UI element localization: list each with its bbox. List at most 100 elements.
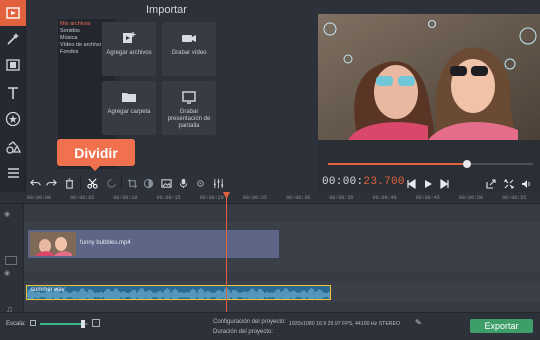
record-screen-button[interactable]: Grabar presentación de pantalla	[162, 81, 216, 135]
seek-bar[interactable]	[328, 160, 533, 168]
audio-clip[interactable]: summer.wav	[26, 285, 331, 300]
split-button[interactable]	[85, 176, 100, 190]
audio-waveform	[27, 288, 330, 299]
ruler-tick-label: 00:00:35	[329, 195, 354, 201]
next-button[interactable]	[438, 177, 452, 190]
volume-button[interactable]	[519, 177, 533, 190]
scissors-icon	[87, 178, 98, 189]
add-files-icon	[123, 32, 136, 43]
zoom-slider[interactable]	[40, 320, 88, 328]
split-tooltip: Dividir	[57, 139, 135, 166]
color-adjust-button[interactable]	[141, 176, 156, 190]
redo-icon	[46, 178, 57, 186]
text-t-icon	[8, 87, 18, 99]
ruler-tick-label: 00:00:05	[70, 195, 95, 201]
seek-progress	[328, 163, 468, 165]
timecode-display: 00:00:23.700	[322, 176, 405, 188]
record-audio-button[interactable]	[176, 176, 191, 190]
folder-icon	[122, 93, 136, 102]
export-frame-button[interactable]	[484, 177, 498, 190]
trash-icon	[65, 177, 74, 189]
clip-properties-button[interactable]	[193, 176, 208, 190]
stickers-tool-button[interactable]	[0, 106, 26, 132]
status-bar: Escala: Configuración del proyecto: 1920…	[0, 312, 540, 340]
zoom-out-icon[interactable]	[30, 320, 36, 326]
titles-tool-button[interactable]	[0, 80, 26, 106]
config-label: Configuración del proyecto:	[213, 319, 287, 325]
transitions-tool-button[interactable]	[0, 134, 26, 160]
image-icon	[161, 178, 172, 188]
category-backgrounds[interactable]: Fondos	[60, 49, 78, 55]
rotate-button[interactable]	[104, 176, 119, 190]
fullscreen-icon	[504, 178, 514, 189]
microphone-icon	[179, 178, 188, 188]
speaker-icon	[522, 179, 530, 188]
undo-button[interactable]	[28, 176, 43, 190]
track-headers: ◉ ◉ ♫	[0, 204, 24, 314]
eye-icon[interactable]: ◉	[4, 210, 10, 218]
zoom-slider-handle[interactable]	[81, 320, 86, 328]
playhead-line[interactable]	[226, 192, 227, 312]
category-stock-video[interactable]: Vídeo de archivo	[60, 42, 101, 48]
ruler-tick-label: 00:00:15	[156, 195, 181, 201]
import-tool-button[interactable]	[0, 0, 26, 26]
add-folder-label: Agregar carpeta	[107, 109, 151, 115]
timecode-seconds: 23.700	[363, 176, 405, 188]
category-my-files[interactable]: Mis archivos	[60, 21, 91, 27]
audio-clip-name: summer.wav	[31, 287, 65, 293]
video-editor-window: Importar Mis archivos Sonidos Música Víd…	[0, 0, 540, 340]
equalizer-button[interactable]	[211, 176, 226, 190]
tooltip-arrow	[90, 166, 100, 171]
gear-icon	[197, 179, 204, 187]
insert-image-button[interactable]	[159, 176, 174, 190]
timeline-ruler[interactable]: 00:00:00 00:00:05 00:00:10 00:00:15 00:00:20…	[0, 192, 540, 204]
ruler-tick-label: 00:00:10	[113, 195, 138, 201]
category-music[interactable]: Música	[60, 35, 77, 41]
ruler-tick-label: 00:00:20	[199, 195, 224, 201]
zoom-in-icon[interactable]	[92, 319, 100, 327]
magic-wand-icon	[7, 33, 19, 45]
play-button[interactable]	[421, 177, 435, 190]
ruler-tick-label: 00:00:30	[286, 195, 311, 201]
pencil-icon[interactable]: ✎	[415, 318, 422, 327]
delete-button[interactable]	[62, 176, 77, 190]
video-preview[interactable]	[318, 14, 540, 140]
record-video-label: Grabar vídeo	[171, 50, 207, 56]
filters-tool-button[interactable]	[0, 52, 26, 78]
ruler-tick-label: 00:00:45	[415, 195, 440, 201]
add-folder-button[interactable]: Agregar carpeta	[102, 81, 156, 135]
timecode-prefix: 00:00:	[322, 176, 364, 188]
fullscreen-button[interactable]	[502, 177, 516, 190]
crop-button[interactable]	[125, 176, 140, 190]
more-tools-button[interactable]	[0, 160, 26, 186]
effects-tool-button[interactable]	[0, 26, 26, 52]
ruler-tick-label: 00:00:25	[243, 195, 268, 201]
preview-frame-image	[318, 14, 540, 140]
ruler-tick-label: 00:00:00	[27, 195, 52, 201]
previous-button[interactable]	[404, 177, 418, 190]
rotate-icon	[107, 178, 116, 188]
camera-icon	[182, 35, 196, 42]
open-external-icon	[486, 178, 496, 189]
export-button[interactable]: Exportar	[470, 319, 533, 333]
list-icon	[8, 168, 19, 178]
redo-button[interactable]	[44, 176, 59, 190]
contrast-icon	[143, 178, 154, 188]
play-icon	[425, 179, 432, 188]
undo-icon	[30, 178, 41, 186]
timeline[interactable]: 00:00:00 00:00:05 00:00:10 00:00:15 00:00:20…	[0, 192, 540, 314]
left-toolbar	[0, 0, 26, 192]
seek-handle[interactable]	[463, 160, 472, 168]
record-video-button[interactable]: Grabar vídeo	[162, 22, 216, 76]
add-files-button[interactable]: Agregar archivos	[102, 22, 156, 76]
zoom-slider-fill	[40, 323, 84, 325]
record-screen-label: Grabar presentación de pantalla	[167, 109, 211, 129]
ruler-tick-label: 00:00:55	[502, 195, 527, 201]
video-clip[interactable]: funny bubbles.mp4	[28, 230, 279, 258]
ruler-tick-label: 00:00:40	[372, 195, 397, 201]
category-sounds[interactable]: Sonidos	[60, 28, 80, 34]
star-circle-icon	[5, 111, 21, 127]
skip-forward-icon	[440, 178, 449, 189]
eye-icon[interactable]: ◉	[4, 269, 10, 277]
video-track-icon	[5, 256, 17, 265]
